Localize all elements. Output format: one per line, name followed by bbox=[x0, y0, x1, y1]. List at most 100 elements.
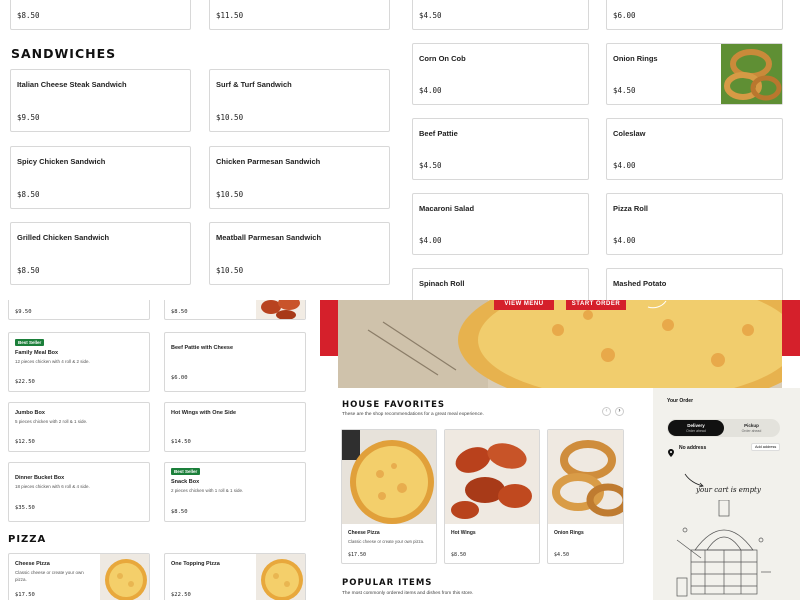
menu-item-card[interactable]: Corn On Cob $4.00 bbox=[412, 43, 589, 105]
menu-item-card[interactable]: Surf & Turf Sandwich $10.50 bbox=[209, 69, 390, 132]
item-price: $4.50 bbox=[419, 161, 442, 170]
menu-item-card[interactable]: Chicken Parmesan Sandwich $10.50 bbox=[209, 146, 390, 209]
item-name: Dinner Bucket Box bbox=[15, 475, 65, 481]
favorite-card[interactable]: Cheese Pizza Classic cheese or create yo… bbox=[341, 429, 437, 564]
item-name: Jumbo Box bbox=[15, 410, 45, 416]
item-name: Corn On Cob bbox=[419, 54, 466, 63]
section-title-popular-items: POPULAR ITEMS bbox=[342, 578, 433, 588]
top-left-pane: $8.50 $11.50 SANDWICHES Italian Cheese S… bbox=[0, 0, 400, 300]
location-pin-icon bbox=[668, 444, 674, 462]
menu-item-card[interactable]: Grilled Chicken Sandwich $8.50 bbox=[10, 222, 191, 285]
menu-item-card[interactable]: $6.00 bbox=[606, 0, 783, 30]
item-name: Cheese Pizza bbox=[348, 530, 380, 536]
view-menu-button[interactable]: VIEW MENU bbox=[494, 300, 554, 310]
item-description: Classic cheese or create your own pizza. bbox=[348, 539, 425, 544]
item-price: $8.50 bbox=[451, 552, 467, 558]
menu-item-card[interactable]: $11.50 bbox=[209, 0, 390, 30]
item-price: $10.50 bbox=[216, 113, 244, 122]
item-price: $8.50 bbox=[17, 266, 40, 275]
item-price: $8.50 bbox=[171, 509, 188, 515]
menu-item-card[interactable]: Onion Rings $4.50 bbox=[606, 43, 783, 105]
menu-item-card[interactable]: Coleslaw $4.00 bbox=[606, 118, 783, 180]
add-address-button[interactable]: Add address bbox=[751, 443, 781, 451]
item-name: Family Meal Box bbox=[15, 350, 59, 356]
section-title-sandwiches: SANDWICHES bbox=[11, 46, 117, 61]
item-name: Meatball Parmesan Sandwich bbox=[216, 233, 322, 242]
favorite-card[interactable]: Onion Rings $4.50 bbox=[547, 429, 624, 564]
menu-item-card[interactable]: $8.50 bbox=[10, 0, 191, 30]
carousel-next-button[interactable]: › bbox=[615, 407, 624, 416]
menu-item-card[interactable]: Beef Pattie $4.50 bbox=[412, 118, 589, 180]
menu-item-card[interactable]: Macaroni Salad $4.00 bbox=[412, 193, 589, 255]
menu-item-card[interactable]: $4.50 bbox=[412, 0, 589, 30]
item-name: Beef Pattie with Cheese bbox=[171, 345, 234, 351]
item-price: $6.00 bbox=[171, 375, 188, 381]
item-name: Spinach Roll bbox=[419, 279, 465, 288]
item-price: $11.50 bbox=[216, 11, 244, 20]
menu-item-card[interactable]: Meatball Parmesan Sandwich $10.50 bbox=[209, 222, 390, 285]
item-name: Grilled Chicken Sandwich bbox=[17, 233, 110, 242]
item-name: One Topping Pizza bbox=[171, 561, 220, 567]
item-price: $14.50 bbox=[171, 439, 191, 445]
menu-item-card[interactable]: One Topping Pizza $22.50 bbox=[164, 553, 306, 600]
empty-cart-message: your cart is empty bbox=[696, 486, 761, 494]
item-name: Snack Box bbox=[171, 479, 200, 485]
delivery-label: Delivery bbox=[687, 423, 705, 428]
menu-item-card[interactable]: Best Seller Family Meal Box 12 pieces ch… bbox=[8, 332, 150, 392]
no-address-label: No address bbox=[679, 445, 707, 451]
item-price: $4.00 bbox=[613, 161, 636, 170]
carousel-prev-button[interactable]: ‹ bbox=[602, 407, 611, 416]
item-price: $4.00 bbox=[613, 236, 636, 245]
item-price: $10.50 bbox=[216, 266, 244, 275]
item-name: Mashed Potato bbox=[613, 279, 667, 288]
item-name: Hot Wings with One Side bbox=[171, 410, 237, 416]
bottom-left-pane: $9.50 $8.50 Best Seller Family Meal Box … bbox=[0, 300, 320, 600]
item-description: 5 pieces chicken with 2 roll & 1 side. bbox=[15, 419, 88, 424]
item-price: $10.50 bbox=[216, 190, 244, 199]
item-price: $4.50 bbox=[554, 552, 570, 558]
menu-item-card[interactable]: Cheese Pizza Classic cheese or create yo… bbox=[8, 553, 150, 600]
item-price: $17.50 bbox=[15, 592, 35, 598]
cheese-pizza-image bbox=[342, 430, 436, 524]
item-description: 18 pieces chicken with 6 roll & 4 side. bbox=[15, 484, 90, 489]
menu-item-card[interactable]: Best Seller Snack Box 2 pieces chicken w… bbox=[164, 462, 306, 522]
item-name: Surf & Turf Sandwich bbox=[216, 80, 292, 89]
menu-item-card[interactable]: $9.50 bbox=[8, 300, 150, 320]
start-order-button[interactable]: START ORDER bbox=[566, 300, 626, 310]
hot-wings-image bbox=[256, 300, 305, 319]
menu-item-card[interactable]: $8.50 bbox=[164, 300, 306, 320]
item-name: Chicken Parmesan Sandwich bbox=[216, 157, 321, 166]
pickup-label: Pickup bbox=[744, 423, 759, 428]
item-name: Beef Pattie bbox=[419, 129, 458, 138]
bottom-right-pane: VIEW MENU START ORDER HOUSE FAVORITES Th… bbox=[320, 300, 800, 600]
pickup-sublabel: Order ahead bbox=[741, 429, 762, 433]
pickup-option[interactable]: Pickup Order ahead bbox=[724, 420, 779, 436]
menu-item-card[interactable]: Dinner Bucket Box 18 pieces chicken with… bbox=[8, 462, 150, 522]
item-price: $4.00 bbox=[419, 86, 442, 95]
menu-item-card[interactable]: Italian Cheese Steak Sandwich $9.50 bbox=[10, 69, 191, 132]
menu-item-card[interactable]: Beef Pattie with Cheese $6.00 bbox=[164, 332, 306, 392]
item-price: $4.50 bbox=[613, 86, 636, 95]
menu-item-card[interactable]: Hot Wings with One Side $14.50 bbox=[164, 402, 306, 452]
item-description: 2 pieces chicken with 1 roll & 1 side. bbox=[171, 488, 244, 493]
hot-wings-image bbox=[445, 430, 539, 524]
item-name: Cheese Pizza bbox=[15, 561, 50, 567]
menu-item-card[interactable]: Spicy Chicken Sandwich $8.50 bbox=[10, 146, 191, 209]
menu-item-card[interactable]: Jumbo Box 5 pieces chicken with 2 roll &… bbox=[8, 402, 150, 452]
order-title: Your Order bbox=[667, 398, 694, 404]
pizza-oven-illustration bbox=[675, 499, 771, 600]
best-seller-badge: Best Seller bbox=[171, 468, 201, 475]
section-title-pizza: PIZZA bbox=[8, 534, 47, 545]
cheese-pizza-image bbox=[100, 554, 149, 600]
popular-items-subtitle: The most commonly ordered items and dish… bbox=[342, 591, 474, 596]
menu-item-card[interactable]: Pizza Roll $4.00 bbox=[606, 193, 783, 255]
item-price: $8.50 bbox=[17, 11, 40, 20]
delivery-option[interactable]: Delivery Order ahead bbox=[668, 420, 724, 436]
onion-rings-image bbox=[721, 44, 782, 104]
item-name: Spicy Chicken Sandwich bbox=[17, 157, 106, 166]
one-topping-pizza-image bbox=[256, 554, 305, 600]
item-price: $9.50 bbox=[17, 113, 40, 122]
item-price: $17.50 bbox=[348, 552, 367, 558]
item-name: Coleslaw bbox=[613, 129, 646, 138]
favorite-card[interactable]: Hot Wings $8.50 bbox=[444, 429, 540, 564]
